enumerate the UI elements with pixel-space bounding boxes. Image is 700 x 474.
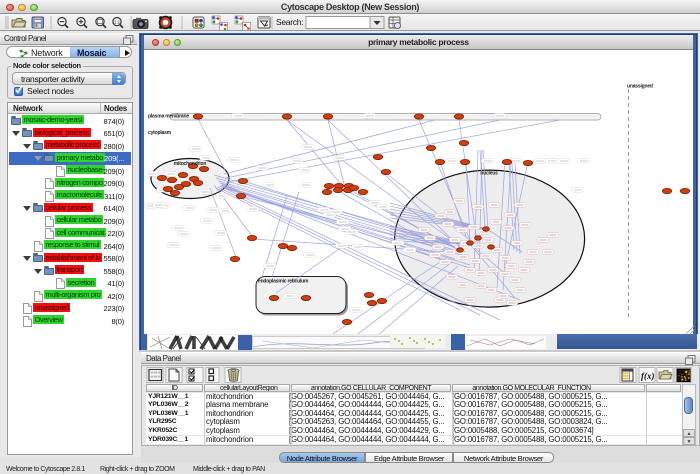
svg-text:1:1: 1:1 <box>114 19 121 24</box>
svg-text:cytoplasm: cytoplasm <box>148 130 172 136</box>
svg-text:nucleus: nucleus <box>480 171 498 177</box>
svg-text:mitochondrion: mitochondrion <box>174 161 207 167</box>
svg-text:plasma membrane: plasma membrane <box>148 114 189 120</box>
svg-text:Search:: Search: <box>276 17 303 27</box>
svg-text:endoplasmic reticulum: endoplasmic reticulum <box>258 279 309 285</box>
svg-text:unassigned: unassigned <box>627 84 653 90</box>
svg-text:f(x): f(x) <box>641 371 655 381</box>
